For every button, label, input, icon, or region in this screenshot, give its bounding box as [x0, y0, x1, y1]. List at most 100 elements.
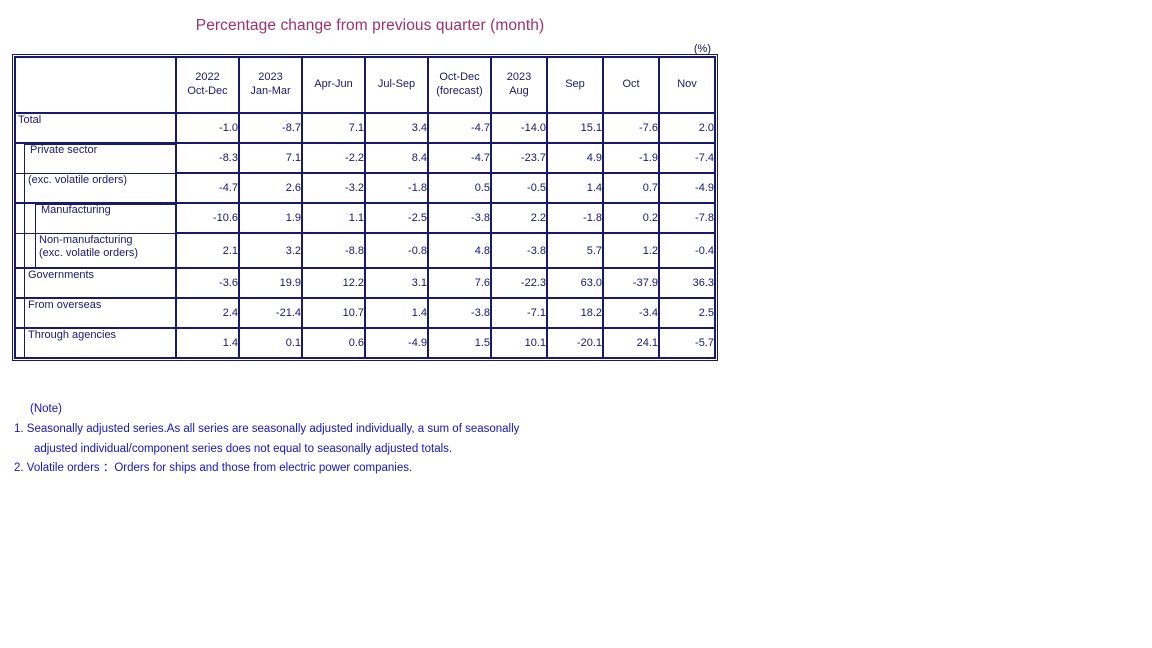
cell-manufacturing-2: 1.1 — [302, 203, 365, 233]
page-title: Percentage change from previous quarter … — [195, 17, 545, 34]
header-col-3-period: Jul-Sep — [377, 78, 416, 91]
note-item-2: 2. Volatile orders ：Orders for ships and… — [14, 462, 413, 475]
cell-exc-volatile-0: -4.7 — [176, 173, 239, 203]
cell-through-agencies-8: -5.7 — [659, 328, 715, 358]
statistics-table: 2022 Oct-Dec 2023 Jan-Mar Apr-Jun Jul-Se… — [12, 54, 718, 361]
cell-through-agencies-5: 10.1 — [491, 328, 547, 358]
row-label-through-agencies: Through agencies — [15, 328, 176, 358]
cell-exc-volatile-3: -1.8 — [365, 173, 428, 203]
cell-governments-7: -37.9 — [603, 268, 659, 298]
row-label-non-manufacturing-line1: Non-manufacturing — [39, 234, 133, 246]
header-col-1: 2023 Jan-Mar — [239, 57, 302, 113]
note-item-1-continuation: adjusted individual/component series doe… — [34, 442, 453, 455]
table-row: Private sector -8.3 7.1 -2.2 8.4 -4.7 -2… — [15, 143, 715, 174]
header-col-0-period: Oct-Dec — [187, 85, 228, 97]
table-row: Through agencies 1.4 0.1 0.6 -4.9 1.5 10… — [15, 328, 715, 358]
cell-through-agencies-3: -4.9 — [365, 328, 428, 358]
cell-exc-volatile-1: 2.6 — [239, 173, 302, 203]
header-col-7-period: Oct — [622, 78, 640, 91]
header-corner-cell — [15, 57, 176, 113]
row-label-total-text: Total — [18, 114, 42, 126]
cell-manufacturing-4: -3.8 — [428, 203, 491, 233]
cell-from-overseas-8: 2.5 — [659, 298, 715, 328]
cell-governments-6: 63.0 — [547, 268, 603, 298]
cell-from-overseas-0: 2.4 — [176, 298, 239, 328]
notes-section: (Note) 1. Seasonally adjusted series.As … — [14, 400, 519, 479]
header-col-8: Nov — [659, 57, 715, 113]
note-item-1: 1. Seasonally adjusted series.As all ser… — [14, 422, 520, 435]
row-label-private-sector: Private sector — [15, 143, 176, 174]
row-label-non-manufacturing-text: Non-manufacturing (exc. volatile orders) — [16, 234, 175, 260]
row-label-non-manufacturing: Non-manufacturing (exc. volatile orders) — [15, 233, 176, 268]
cell-non-manufacturing-4: 4.8 — [428, 233, 491, 268]
header-col-3: Jul-Sep — [365, 57, 428, 113]
cell-non-manufacturing-1: 3.2 — [239, 233, 302, 268]
table-row: Manufacturing -10.6 1.9 1.1 -2.5 -3.8 2.… — [15, 203, 715, 234]
header-col-4-note: (forecast) — [436, 85, 483, 97]
cell-manufacturing-0: -10.6 — [176, 203, 239, 233]
table-header-row: 2022 Oct-Dec 2023 Jan-Mar Apr-Jun Jul-Se… — [15, 57, 715, 113]
cell-total-7: -7.6 — [603, 113, 659, 143]
table-row: Non-manufacturing (exc. volatile orders)… — [15, 233, 715, 268]
cell-total-6: 15.1 — [547, 113, 603, 143]
cell-total-3: 3.4 — [365, 113, 428, 143]
header-col-0: 2022 Oct-Dec — [176, 57, 239, 113]
header-col-1-year: 2023 — [258, 71, 283, 84]
cell-total-2: 7.1 — [302, 113, 365, 143]
cell-governments-4: 7.6 — [428, 268, 491, 298]
header-col-8-period: Nov — [677, 78, 697, 91]
cell-exc-volatile-8: -4.9 — [659, 173, 715, 203]
cell-exc-volatile-7: 0.7 — [603, 173, 659, 203]
cell-private-sector-1: 7.1 — [239, 143, 302, 173]
cell-non-manufacturing-5: -3.8 — [491, 233, 547, 268]
row-label-exc-volatile-orders: (exc. volatile orders) — [15, 173, 176, 203]
cell-total-5: -14.0 — [491, 113, 547, 143]
cell-private-sector-8: -7.4 — [659, 143, 715, 173]
cell-governments-2: 12.2 — [302, 268, 365, 298]
cell-manufacturing-3: -2.5 — [365, 203, 428, 233]
cell-manufacturing-1: 1.9 — [239, 203, 302, 233]
cell-through-agencies-0: 1.4 — [176, 328, 239, 358]
notes-heading: (Note) — [30, 403, 62, 415]
header-col-6: Sep — [547, 57, 603, 113]
cell-private-sector-7: -1.9 — [603, 143, 659, 173]
cell-total-4: -4.7 — [428, 113, 491, 143]
table-row: From overseas 2.4 -21.4 10.7 1.4 -3.8 -7… — [15, 298, 715, 328]
header-col-1-period: Jan-Mar — [250, 85, 291, 97]
cell-through-agencies-1: 0.1 — [239, 328, 302, 358]
cell-from-overseas-4: -3.8 — [428, 298, 491, 328]
unit-label-text: (%) — [693, 43, 711, 55]
cell-total-8: 2.0 — [659, 113, 715, 143]
header-col-4-period: Oct-Dec — [439, 71, 480, 84]
table-row: (exc. volatile orders) -4.7 2.6 -3.2 -1.… — [15, 173, 715, 203]
header-col-4: Oct-Dec (forecast) — [428, 57, 491, 113]
row-label-through-agencies-text: Through agencies — [28, 329, 117, 341]
cell-private-sector-3: 8.4 — [365, 143, 428, 173]
cell-from-overseas-7: -3.4 — [603, 298, 659, 328]
header-col-5-period: Aug — [509, 85, 529, 97]
row-label-from-overseas-text: From overseas — [28, 299, 102, 311]
cell-manufacturing-6: -1.8 — [547, 203, 603, 233]
cell-through-agencies-7: 24.1 — [603, 328, 659, 358]
row-label-governments: Governments — [15, 268, 176, 298]
cell-through-agencies-2: 0.6 — [302, 328, 365, 358]
row-label-manufacturing: Manufacturing — [15, 203, 176, 234]
row-label-from-overseas: From overseas — [15, 298, 176, 328]
cell-non-manufacturing-3: -0.8 — [365, 233, 428, 268]
cell-governments-3: 3.1 — [365, 268, 428, 298]
cell-total-0: -1.0 — [176, 113, 239, 143]
header-col-0-year: 2022 — [195, 71, 220, 84]
header-col-6-period: Sep — [565, 78, 585, 91]
cell-non-manufacturing-7: 1.2 — [603, 233, 659, 268]
cell-governments-1: 19.9 — [239, 268, 302, 298]
row-label-non-manufacturing-line2: (exc. volatile orders) — [39, 246, 139, 259]
cell-non-manufacturing-2: -8.8 — [302, 233, 365, 268]
cell-exc-volatile-2: -3.2 — [302, 173, 365, 203]
row-label-private-sector-text: Private sector — [30, 144, 98, 156]
cell-from-overseas-1: -21.4 — [239, 298, 302, 328]
cell-non-manufacturing-0: 2.1 — [176, 233, 239, 268]
table-row: Total -1.0 -8.7 7.1 3.4 -4.7 -14.0 15.1 … — [15, 113, 715, 143]
cell-exc-volatile-6: 1.4 — [547, 173, 603, 203]
header-col-2: Apr-Jun — [302, 57, 365, 113]
cell-non-manufacturing-8: -0.4 — [659, 233, 715, 268]
